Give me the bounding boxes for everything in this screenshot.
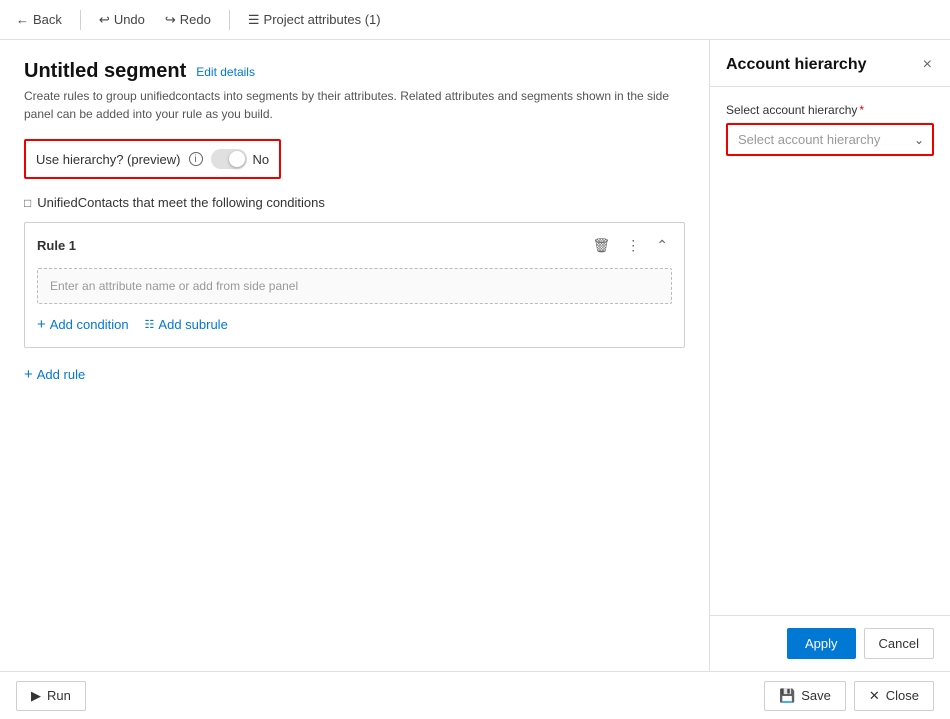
right-panel-close-button[interactable]: ×	[921, 54, 934, 76]
bottom-right: 💾 Save ✕ Close	[764, 681, 934, 711]
rule-footer: + Add condition ☷ Add subrule	[37, 314, 672, 335]
redo-icon: ↪	[165, 12, 176, 28]
attribute-placeholder: Enter an attribute name or add from side…	[50, 279, 298, 293]
back-button[interactable]: ← Back	[10, 8, 68, 31]
add-rule-label: Add rule	[37, 367, 85, 382]
page-title-row: Untitled segment Edit details	[24, 60, 685, 83]
back-arrow-icon: ←	[16, 12, 29, 27]
redo-label: Redo	[180, 12, 211, 27]
add-condition-label: Add condition	[50, 317, 129, 332]
left-panel: Untitled segment Edit details Create rul…	[0, 40, 710, 671]
delete-rule-button[interactable]: 🗑	[588, 235, 614, 256]
add-subrule-label: Add subrule	[158, 317, 227, 332]
close-button[interactable]: ✕ Close	[854, 681, 934, 711]
add-rule-plus-icon: +	[24, 366, 33, 383]
bottom-toolbar: ▶ Run 💾 Save ✕ Close	[0, 671, 950, 719]
conditions-header: □ UnifiedContacts that meet the followin…	[24, 195, 685, 210]
select-wrapper: Select account hierarchy ⌄	[726, 123, 934, 156]
close-x-icon: ✕	[869, 688, 880, 704]
ellipsis-icon: ⋮	[626, 237, 640, 253]
right-panel-body: Select account hierarchy * Select accoun…	[710, 87, 950, 367]
project-attributes-label: Project attributes (1)	[264, 12, 381, 27]
page-title: Untitled segment	[24, 60, 186, 83]
attribute-input-box[interactable]: Enter an attribute name or add from side…	[37, 268, 672, 304]
run-label: Run	[47, 688, 71, 703]
toggle-state-label: No	[253, 152, 270, 167]
rule-block-1: Rule 1 🗑 ⋮ ⌃ Enter an attribute name or …	[24, 222, 685, 348]
project-attributes-button[interactable]: ☰ Project attributes (1)	[242, 8, 387, 32]
hierarchy-label: Use hierarchy? (preview)	[36, 152, 181, 167]
trash-icon: 🗑	[592, 237, 610, 253]
right-panel-footer: Apply Cancel	[710, 615, 950, 671]
toolbar-divider-1	[80, 10, 81, 30]
toggle-thumb	[229, 151, 245, 167]
run-button[interactable]: ▶ Run	[16, 681, 86, 711]
right-panel-spacer	[710, 367, 950, 615]
rule-title: Rule 1	[37, 238, 76, 253]
required-star: *	[859, 103, 864, 117]
undo-button[interactable]: ↩ Undo	[93, 8, 151, 32]
apply-button[interactable]: Apply	[787, 628, 856, 659]
more-options-button[interactable]: ⋮	[622, 235, 644, 256]
redo-button[interactable]: ↪ Redo	[159, 8, 217, 32]
save-label: Save	[801, 688, 831, 703]
collapse-rule-button[interactable]: ⌃	[652, 235, 672, 256]
hierarchy-section: Use hierarchy? (preview) i No	[24, 139, 281, 179]
undo-label: Undo	[114, 12, 145, 27]
account-hierarchy-select[interactable]: Select account hierarchy	[728, 125, 932, 154]
back-label: Back	[33, 12, 62, 27]
add-rule-button[interactable]: + Add rule	[24, 364, 685, 385]
subrule-icon: ☷	[145, 318, 155, 331]
add-subrule-button[interactable]: ☷ Add subrule	[145, 315, 228, 334]
page-description: Create rules to group unifiedcontacts in…	[24, 87, 685, 123]
top-toolbar: ← Back ↩ Undo ↪ Redo ☰ Project attribute…	[0, 0, 950, 40]
toolbar-divider-2	[229, 10, 230, 30]
right-panel-title: Account hierarchy	[726, 56, 866, 74]
toggle-container: No	[211, 149, 270, 169]
bottom-left: ▶ Run	[16, 681, 86, 711]
rule-actions: 🗑 ⋮ ⌃	[588, 235, 672, 256]
save-button[interactable]: 💾 Save	[764, 681, 846, 711]
add-condition-plus-icon: +	[37, 316, 46, 333]
undo-icon: ↩	[99, 12, 110, 28]
main-layout: Untitled segment Edit details Create rul…	[0, 40, 950, 671]
hierarchy-toggle[interactable]	[211, 149, 247, 169]
conditions-header-text: UnifiedContacts that meet the following …	[37, 195, 325, 210]
field-label-text: Select account hierarchy	[726, 103, 857, 117]
select-field-label: Select account hierarchy *	[726, 103, 934, 117]
right-panel: Account hierarchy × Select account hiera…	[710, 40, 950, 671]
chevron-up-icon: ⌃	[656, 237, 668, 253]
add-condition-button[interactable]: + Add condition	[37, 314, 129, 335]
info-icon[interactable]: i	[189, 152, 203, 166]
project-attributes-icon: ☰	[248, 12, 260, 28]
save-icon: 💾	[779, 688, 795, 704]
conditions-icon: □	[24, 196, 31, 210]
close-label: Close	[886, 688, 919, 703]
cancel-button[interactable]: Cancel	[864, 628, 934, 659]
edit-details-link[interactable]: Edit details	[196, 65, 255, 79]
run-icon: ▶	[31, 688, 41, 704]
right-panel-header: Account hierarchy ×	[710, 40, 950, 87]
close-icon: ×	[923, 56, 932, 73]
rule-header: Rule 1 🗑 ⋮ ⌃	[37, 235, 672, 256]
